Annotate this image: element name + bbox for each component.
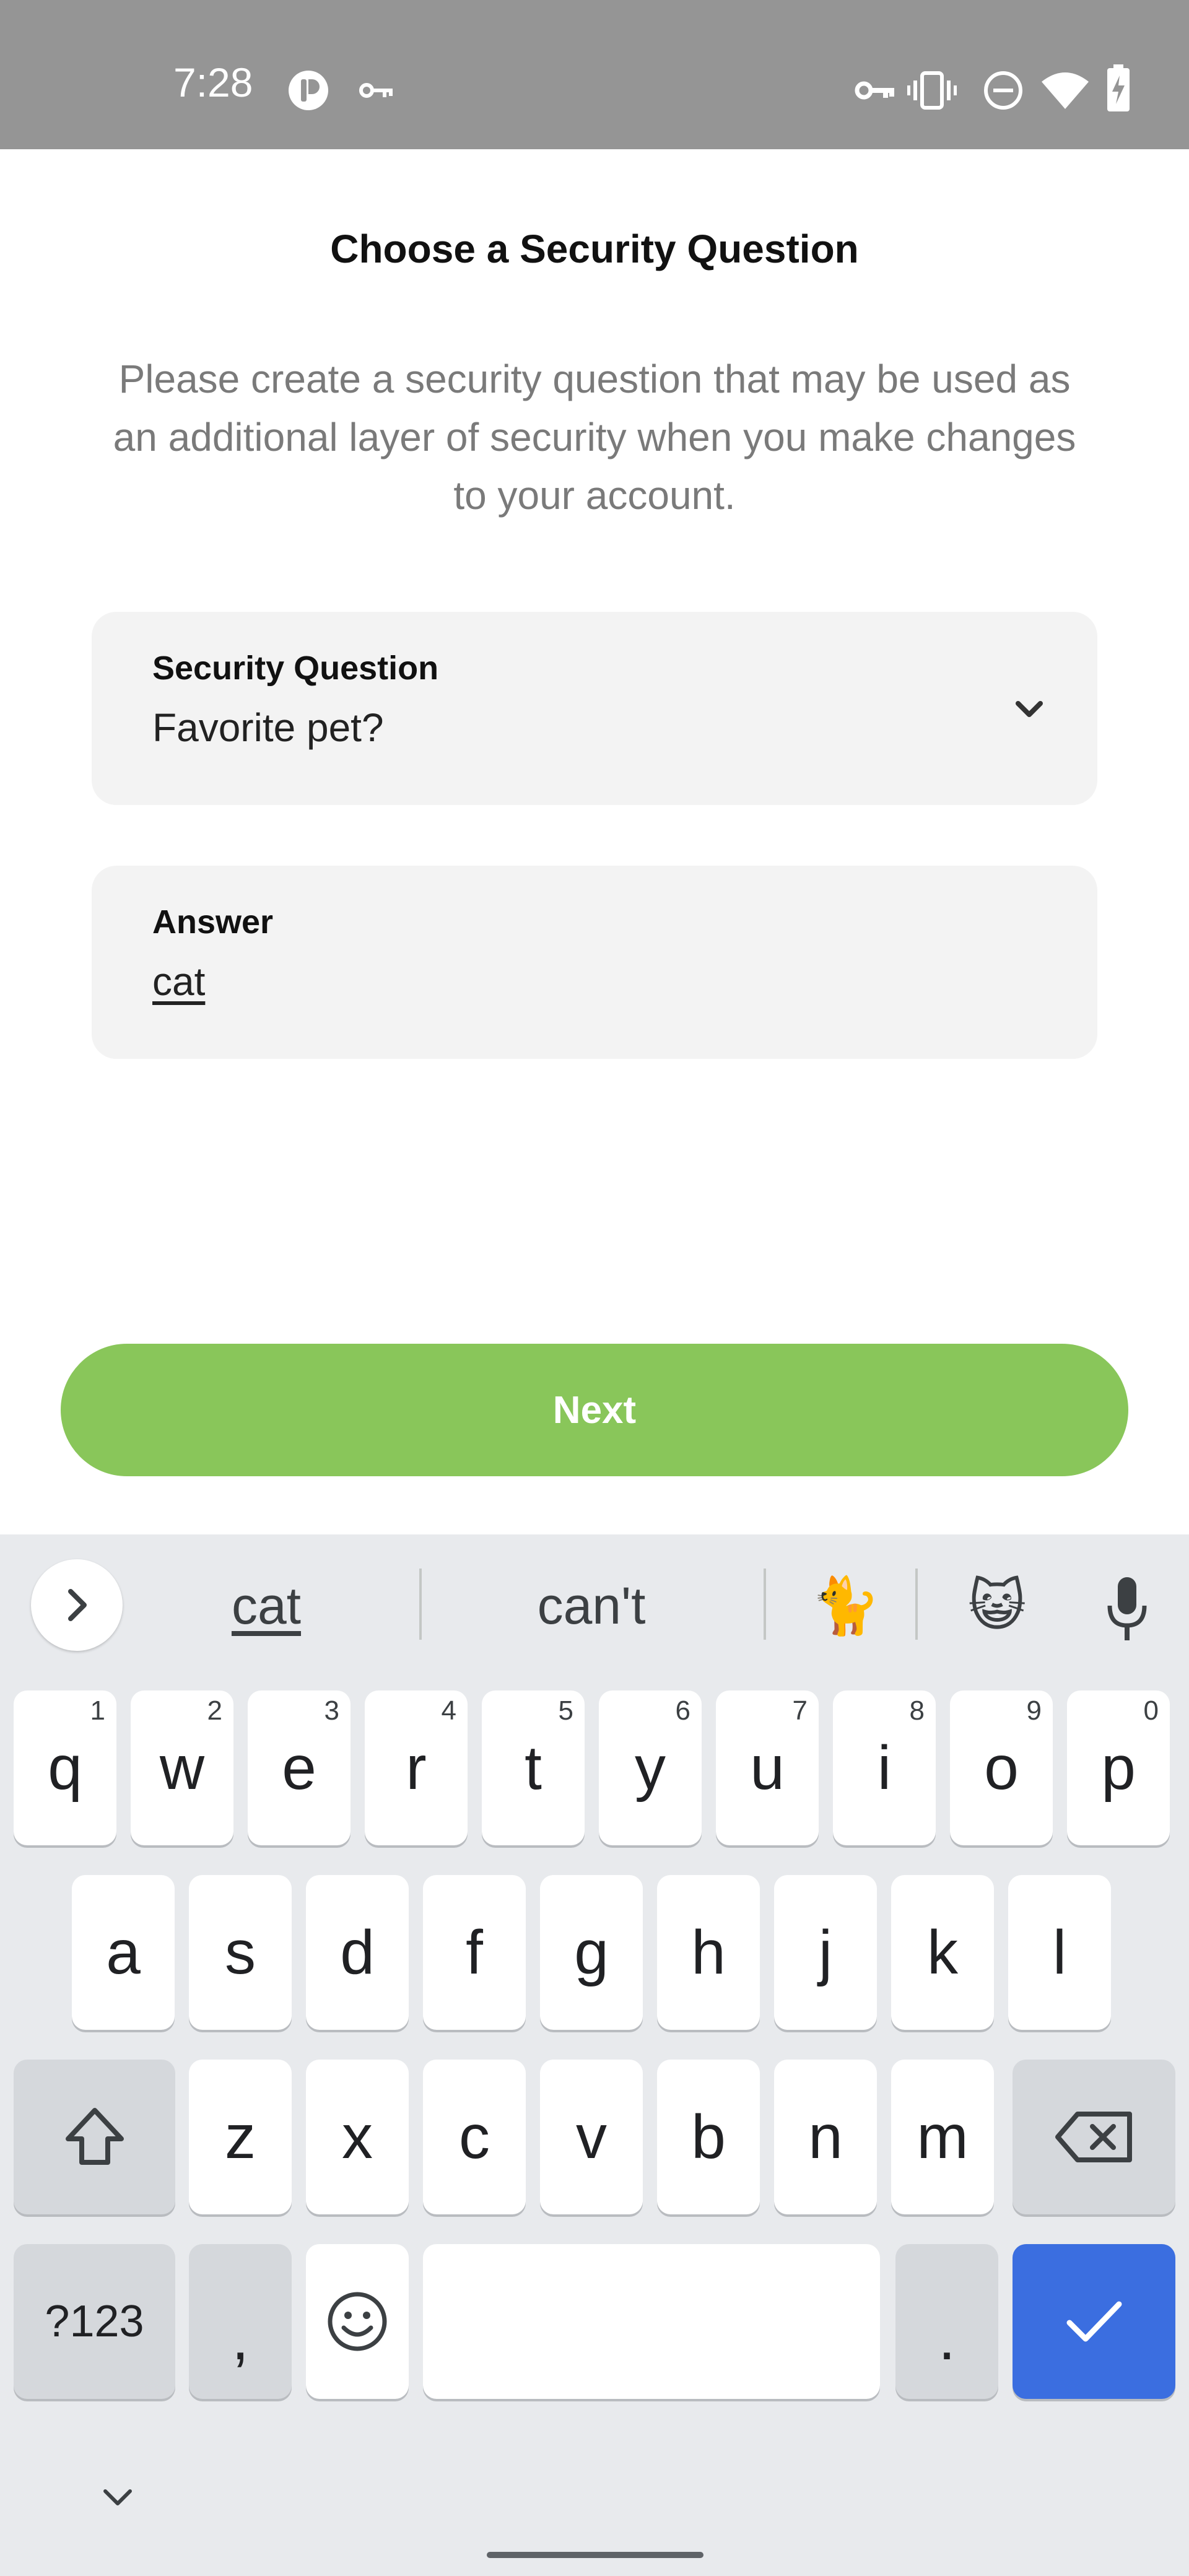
space-key[interactable] (423, 2244, 880, 2399)
key-hint: 1 (90, 1695, 105, 1726)
microphone-icon[interactable] (1102, 1575, 1152, 1643)
key-o[interactable]: o9 (950, 1690, 1053, 1845)
suggestion-divider (764, 1569, 766, 1640)
period-key[interactable]: . (895, 2244, 998, 2399)
key-label: w (159, 1733, 205, 1803)
key-hint: 9 (1026, 1695, 1042, 1726)
key-label: q (48, 1733, 82, 1803)
page-title: Choose a Security Question (330, 227, 859, 271)
key-t[interactable]: t5 (482, 1690, 585, 1845)
key-j[interactable]: j (774, 1875, 877, 2030)
key-label: i (877, 1733, 892, 1803)
key-hint: 6 (675, 1695, 690, 1726)
toolbar-expand-button[interactable] (31, 1559, 123, 1651)
enter-key[interactable] (1013, 2244, 1175, 2399)
suggestion-2[interactable]: can't (446, 1572, 737, 1640)
key-x[interactable]: x (306, 2060, 409, 2214)
key-v[interactable]: v (540, 2060, 643, 2214)
suggestion-divider (915, 1569, 918, 1640)
chevron-right-icon (68, 1589, 87, 1621)
key-hint: 0 (1143, 1695, 1159, 1726)
answer-field[interactable]: Answer cat (92, 866, 1097, 1059)
symbols-key[interactable]: ?123 (14, 2244, 175, 2399)
key-d[interactable]: d (306, 1875, 409, 2030)
shift-icon (65, 2108, 124, 2165)
key-r[interactable]: r4 (365, 1690, 468, 1845)
suggestion-bar: cat can't 🐈 😺 (0, 1534, 1189, 1671)
key-label: u (750, 1733, 785, 1803)
key-hint: 7 (792, 1695, 808, 1726)
key-label: r (406, 1733, 427, 1803)
key-e[interactable]: e3 (248, 1690, 351, 1845)
key-y[interactable]: y6 (599, 1690, 702, 1845)
backspace-icon (1055, 2112, 1132, 2162)
key-label: p (1101, 1733, 1136, 1803)
battery-charging-icon (1107, 64, 1130, 111)
key-hint: 3 (324, 1695, 339, 1726)
key-h[interactable]: h (657, 1875, 760, 2030)
status-time: 7:28 (173, 59, 253, 105)
key-f[interactable]: f (423, 1875, 526, 2030)
key-s[interactable]: s (189, 1875, 292, 2030)
page-description: Please create a security question that m… (113, 357, 1076, 518)
key-b[interactable]: b (657, 2060, 760, 2214)
key-i[interactable]: i8 (833, 1690, 936, 1845)
app-notification-icon (289, 71, 328, 110)
wifi-icon (1042, 72, 1089, 109)
key-hint: 8 (909, 1695, 925, 1726)
key-u[interactable]: u7 (716, 1690, 819, 1845)
shift-key[interactable] (14, 2060, 175, 2214)
emoji-suggestion-cat[interactable]: 🐈 (774, 1572, 917, 1640)
emoji-suggestion-cat-face[interactable]: 😺 (926, 1572, 1068, 1640)
key-p[interactable]: p0 (1067, 1690, 1170, 1845)
key-k[interactable]: k (891, 1875, 994, 2030)
key-l[interactable]: l (1008, 1875, 1111, 2030)
key-label: y (635, 1733, 666, 1803)
keyboard: cat can't 🐈 😺 q1 w2 e3 r4 t5 y6 u7 i8 o9… (0, 1534, 1189, 2576)
key-hint: 4 (441, 1695, 456, 1726)
key-label: e (282, 1733, 316, 1803)
chevron-down-icon (1016, 701, 1043, 717)
status-bar: 7:28 (0, 0, 1189, 149)
key-q[interactable]: q1 (14, 1690, 116, 1845)
key-icon (359, 83, 393, 98)
comma-key[interactable]: , (189, 2244, 292, 2399)
backspace-key[interactable] (1013, 2060, 1175, 2214)
checkmark-icon (1066, 2301, 1121, 2342)
smiley-icon (328, 2292, 387, 2351)
hide-keyboard-icon[interactable] (99, 2485, 136, 2510)
key-hint: 5 (558, 1695, 573, 1726)
key-z[interactable]: z (189, 2060, 292, 2214)
security-question-label: Security Question (152, 650, 439, 687)
key-w[interactable]: w2 (131, 1690, 233, 1845)
key-c[interactable]: c (423, 2060, 526, 2214)
key-m[interactable]: m (891, 2060, 994, 2214)
vpn-key-icon (855, 81, 894, 100)
security-question-dropdown[interactable]: Security Question Favorite pet? (92, 612, 1097, 805)
home-indicator[interactable] (487, 2552, 703, 2558)
do-not-disturb-icon (984, 71, 1022, 110)
vibrate-icon (907, 71, 957, 110)
key-label: o (984, 1733, 1019, 1803)
security-question-value: Favorite pet? (152, 705, 384, 750)
key-a[interactable]: a (72, 1875, 175, 2030)
suggestion-1[interactable]: cat (142, 1572, 390, 1640)
suggestion-divider (419, 1569, 422, 1640)
key-label: t (525, 1733, 542, 1803)
next-button[interactable]: Next (61, 1344, 1128, 1476)
emoji-key[interactable] (306, 2244, 409, 2399)
key-hint: 2 (207, 1695, 222, 1726)
key-n[interactable]: n (774, 2060, 877, 2214)
key-g[interactable]: g (540, 1875, 643, 2030)
answer-input[interactable]: cat (152, 959, 205, 1004)
answer-label: Answer (152, 903, 274, 941)
